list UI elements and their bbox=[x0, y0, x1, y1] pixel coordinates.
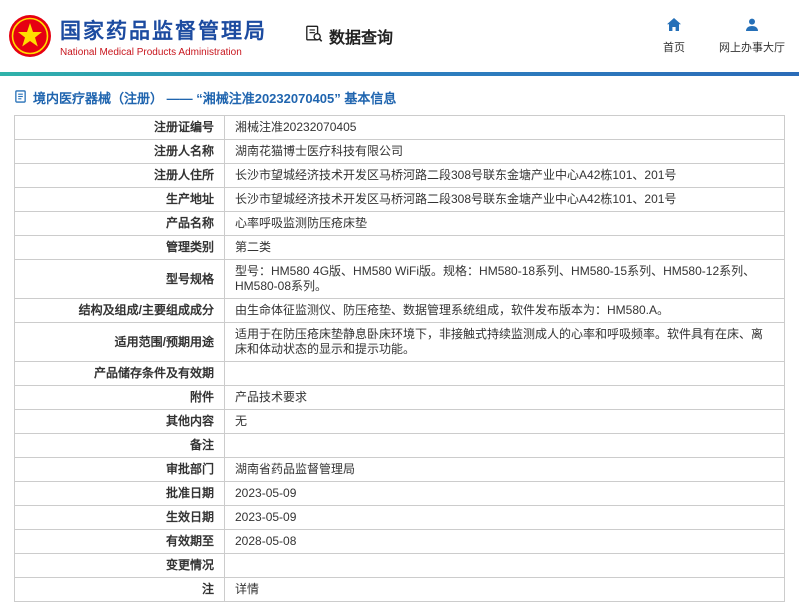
site-header: 国家药品监督管理局 National Medical Products Admi… bbox=[0, 0, 799, 72]
field-value bbox=[224, 433, 785, 458]
page-title-label: 数据查询 bbox=[329, 30, 394, 47]
field-value: 2023-05-09 bbox=[224, 481, 785, 506]
field-value: 第二类 bbox=[224, 235, 785, 260]
breadcrumb-text: 境内医疗器械（注册） —— “湘械注准20232070405” 基本信息 bbox=[33, 91, 397, 106]
field-value bbox=[224, 361, 785, 386]
field-value: 湖南省药品监督管理局 bbox=[224, 457, 785, 482]
table-row: 生效日期 2023-05-09 bbox=[14, 505, 785, 530]
agency-name-en: National Medical Products Administration bbox=[60, 46, 242, 58]
field-label: 适用范围/预期用途 bbox=[14, 322, 225, 362]
table-row: 适用范围/预期用途 适用于在防压疮床垫静息卧床环境下，非接触式持续监测成人的心率… bbox=[14, 322, 785, 362]
field-label: 批准日期 bbox=[14, 481, 225, 506]
field-value: 2028-05-08 bbox=[224, 529, 785, 554]
table-row: 注册人住所 长沙市望城经济技术开发区马桥河路二段308号联东金塘产业中心A42栋… bbox=[14, 163, 785, 188]
field-label: 其他内容 bbox=[14, 409, 225, 434]
field-label: 注册人住所 bbox=[14, 163, 225, 188]
field-value: 长沙市望城经济技术开发区马桥河路二段308号联东金塘产业中心A42栋101、20… bbox=[224, 187, 785, 212]
device-info-table: 注册证编号 湘械注准20232070405 注册人名称 湖南花猫博士医疗科技有限… bbox=[14, 115, 785, 602]
nav-home[interactable]: 首页 bbox=[663, 17, 685, 55]
field-label: 型号规格 bbox=[14, 259, 225, 299]
breadcrumb: 境内医疗器械（注册） —— “湘械注准20232070405” 基本信息 bbox=[14, 88, 785, 107]
field-label: 注册人名称 bbox=[14, 139, 225, 164]
field-label: 有效期至 bbox=[14, 529, 225, 554]
field-label: 产品名称 bbox=[14, 211, 225, 236]
field-value: 型号：HM580 4G版、HM580 WiFi版。规格：HM580-18系列、H… bbox=[224, 259, 785, 299]
nav-home-label: 首页 bbox=[663, 42, 685, 54]
page-title: 数据查询 bbox=[305, 24, 393, 48]
field-value: 长沙市望城经济技术开发区马桥河路二段308号联东金塘产业中心A42栋101、20… bbox=[224, 163, 785, 188]
field-value: 湘械注准20232070405 bbox=[224, 115, 785, 140]
table-row: 注册人名称 湖南花猫博士医疗科技有限公司 bbox=[14, 139, 785, 164]
table-row: 批准日期 2023-05-09 bbox=[14, 481, 785, 506]
field-label: 注 bbox=[14, 577, 225, 602]
field-label: 注册证编号 bbox=[14, 115, 225, 140]
field-value: 2023-05-09 bbox=[224, 505, 785, 530]
field-label: 变更情况 bbox=[14, 553, 225, 578]
field-value: 心率呼吸监测防压疮床垫 bbox=[224, 211, 785, 236]
table-row: 生产地址 长沙市望城经济技术开发区马桥河路二段308号联东金塘产业中心A42栋1… bbox=[14, 187, 785, 212]
field-value: 无 bbox=[224, 409, 785, 434]
agency-brand: 国家药品监督管理局 National Medical Products Admi… bbox=[8, 14, 267, 58]
table-row: 管理类别 第二类 bbox=[14, 235, 785, 260]
header-divider bbox=[0, 72, 799, 76]
data-query-icon bbox=[305, 25, 323, 48]
table-row: 注 详情 bbox=[14, 577, 785, 602]
field-label: 附件 bbox=[14, 385, 225, 410]
agency-name-cn: 国家药品监督管理局 bbox=[60, 19, 267, 43]
field-value: 适用于在防压疮床垫静息卧床环境下，非接触式持续监测成人的心率和呼吸频率。软件具有… bbox=[224, 322, 785, 362]
document-icon bbox=[14, 89, 27, 106]
field-value bbox=[224, 553, 785, 578]
field-value: 产品技术要求 bbox=[224, 385, 785, 410]
field-label: 备注 bbox=[14, 433, 225, 458]
top-nav: 首页 网上办事大厅 bbox=[663, 17, 785, 55]
field-value: 由生命体征监测仪、防压疮垫、数据管理系统组成，软件发布版本为：HM580.A。 bbox=[224, 298, 785, 323]
field-label: 结构及组成/主要组成成分 bbox=[14, 298, 225, 323]
home-icon bbox=[666, 17, 682, 36]
table-row: 有效期至 2028-05-08 bbox=[14, 529, 785, 554]
field-label: 产品储存条件及有效期 bbox=[14, 361, 225, 386]
user-icon bbox=[744, 17, 760, 36]
table-row: 产品储存条件及有效期 bbox=[14, 361, 785, 386]
agency-title-block: 国家药品监督管理局 National Medical Products Admi… bbox=[60, 15, 267, 58]
table-row: 审批部门 湖南省药品监督管理局 bbox=[14, 457, 785, 482]
table-row: 备注 bbox=[14, 433, 785, 458]
field-label: 生效日期 bbox=[14, 505, 225, 530]
field-value: 湖南花猫博士医疗科技有限公司 bbox=[224, 139, 785, 164]
nav-online-hall[interactable]: 网上办事大厅 bbox=[719, 17, 785, 55]
table-row: 变更情况 bbox=[14, 553, 785, 578]
table-row: 结构及组成/主要组成成分 由生命体征监测仪、防压疮垫、数据管理系统组成，软件发布… bbox=[14, 298, 785, 323]
table-row: 型号规格 型号：HM580 4G版、HM580 WiFi版。规格：HM580-1… bbox=[14, 259, 785, 299]
field-label: 生产地址 bbox=[14, 187, 225, 212]
field-label: 管理类别 bbox=[14, 235, 225, 260]
nav-online-hall-label: 网上办事大厅 bbox=[719, 42, 785, 54]
table-row: 附件 产品技术要求 bbox=[14, 385, 785, 410]
field-value[interactable]: 详情 bbox=[224, 577, 785, 602]
national-emblem-icon bbox=[8, 14, 52, 58]
table-row: 产品名称 心率呼吸监测防压疮床垫 bbox=[14, 211, 785, 236]
table-row: 注册证编号 湘械注准20232070405 bbox=[14, 115, 785, 140]
table-row: 其他内容 无 bbox=[14, 409, 785, 434]
field-label: 审批部门 bbox=[14, 457, 225, 482]
